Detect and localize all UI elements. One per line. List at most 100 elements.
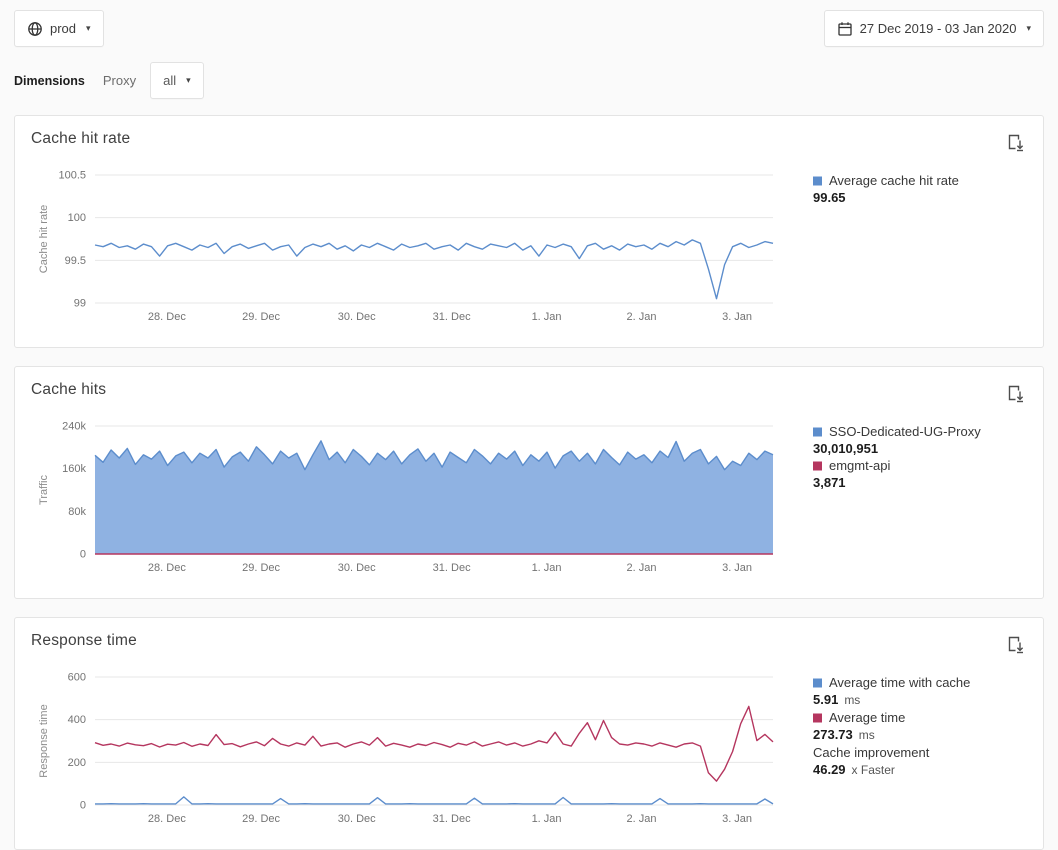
legend-swatch-icon [813,428,822,437]
export-report-button[interactable] [1005,383,1027,408]
x-tick-label: 1. Jan [532,813,562,825]
y-tick-label: 99 [74,298,86,310]
cache-hits-chart: 240k 160k 80k 0 28. Dec 29. Dec 30. Dec 31. Dec… [31,412,787,588]
x-tick-label: 3. Jan [722,311,752,323]
legend-label: Cache improvement [813,744,970,761]
x-tick-label: 30. Dec [338,813,376,825]
topbar: prod ▾ 27 Dec 2019 - 03 Jan 2020 ▾ [0,0,1058,47]
calendar-icon [837,21,853,37]
y-axis-label: Traffic [38,475,50,505]
series-line [95,240,773,299]
download-report-icon [1007,134,1025,152]
legend-value: 30,010,951 [813,440,981,457]
globe-icon [27,21,43,37]
legend-unit: x Faster [852,763,895,777]
card-title: Response time [31,632,137,650]
x-tick-label: 31. Dec [433,813,471,825]
y-tick-label: 100 [68,212,86,224]
x-tick-label: 28. Dec [148,311,186,323]
date-range-value: 27 Dec 2019 - 03 Jan 2020 [860,21,1017,36]
download-report-icon [1007,385,1025,403]
y-tick-label: 100.5 [58,170,86,182]
proxy-filter-select[interactable]: all ▾ [150,62,204,99]
legend-label: Average cache hit rate [813,172,959,189]
y-axis-label: Cache hit rate [38,205,50,273]
proxy-filter-group: Proxy all ▾ [103,62,204,99]
x-tick-label: 30. Dec [338,311,376,323]
chart-legend: Average time with cache5.91msAverage tim… [813,663,970,779]
legend-value: 5.91ms [813,691,970,709]
y-tick-label: 200 [68,757,86,769]
date-range-picker[interactable]: 27 Dec 2019 - 03 Jan 2020 ▾ [824,10,1044,47]
card-header: Response time [31,632,1027,659]
y-tick-label: 0 [80,549,86,561]
y-tick-label: 160k [62,463,86,475]
legend-value: 46.29x Faster [813,761,970,779]
card-title: Cache hit rate [31,130,130,148]
chart-container: 240k 160k 80k 0 28. Dec 29. Dec 30. Dec 31. Dec… [31,412,1027,588]
legend-label: Average time [813,709,970,726]
x-tick-label: 3. Jan [722,813,752,825]
legend-value: 99.65 [813,189,959,206]
x-tick-label: 28. Dec [148,562,186,574]
card-header: Cache hits [31,381,1027,408]
cache-hit-rate-chart: 100.5 100 99.5 99 28. Dec 29. Dec 30. Dec 31. D… [31,161,787,337]
chart-legend: Average cache hit rate99.65 [813,161,959,206]
y-tick-label: 600 [68,672,86,684]
y-tick-label: 99.5 [65,255,86,267]
environment-select[interactable]: prod ▾ [14,10,104,47]
series-line [95,706,773,781]
legend-label: Average time with cache [813,674,970,691]
x-tick-label: 31. Dec [433,562,471,574]
y-axis-label: Response time [38,704,50,777]
response-time-chart: 600 400 200 0 28. Dec 29. Dec 30. Dec 31. Dec 1.… [31,663,787,839]
proxy-label: Proxy [103,73,136,88]
legend-unit: ms [859,728,875,742]
x-tick-label: 2. Jan [626,813,656,825]
x-tick-label: 29. Dec [242,562,280,574]
card-cache-hits: Cache hits 240k 160k 80k 0 28. Dec 29. Dec 30.… [14,366,1044,599]
dimensions-label: Dimensions [14,74,85,88]
x-tick-label: 3. Jan [722,562,752,574]
series-line [95,797,773,804]
y-tick-label: 400 [68,714,86,726]
card-response-time: Response time 600 400 200 0 28. Dec 29. Dec 30… [14,617,1044,850]
chevron-down-icon: ▾ [1026,23,1031,34]
x-tick-label: 1. Jan [532,562,562,574]
dimensions-bar: Dimensions Proxy all ▾ [0,47,1058,115]
x-tick-label: 1. Jan [532,311,562,323]
card-title: Cache hits [31,381,106,399]
legend-label: emgmt-api [813,457,981,474]
legend-value: 3,871 [813,474,981,491]
proxy-filter-value: all [163,73,176,88]
download-report-icon [1007,636,1025,654]
legend-unit: ms [844,693,860,707]
legend-swatch-icon [813,679,822,688]
chart-legend: SSO-Dedicated-UG-Proxy30,010,951emgmt-ap… [813,412,981,491]
x-tick-label: 29. Dec [242,813,280,825]
environment-value: prod [50,21,76,36]
chart-container: 100.5 100 99.5 99 28. Dec 29. Dec 30. Dec 31. D… [31,161,1027,337]
x-tick-label: 29. Dec [242,311,280,323]
chevron-down-icon: ▾ [186,75,191,86]
chevron-down-icon: ▾ [86,23,91,34]
cache-performance-dashboard: prod ▾ 27 Dec 2019 - 03 Jan 2020 ▾ Dimen… [0,0,1058,850]
export-report-button[interactable] [1005,634,1027,659]
chart-container: 600 400 200 0 28. Dec 29. Dec 30. Dec 31. Dec 1.… [31,663,1027,839]
x-tick-label: 30. Dec [338,562,376,574]
y-tick-label: 80k [68,506,86,518]
card-header: Cache hit rate [31,130,1027,157]
card-cache-hit-rate: Cache hit rate 100.5 100 99.5 99 28. Dec 29. … [14,115,1044,348]
y-tick-label: 240k [62,421,86,433]
legend-swatch-icon [813,462,822,471]
x-tick-label: 2. Jan [626,311,656,323]
export-report-button[interactable] [1005,132,1027,157]
y-tick-label: 0 [80,800,86,812]
x-tick-label: 31. Dec [433,311,471,323]
legend-swatch-icon [813,177,822,186]
legend-swatch-icon [813,714,822,723]
x-tick-label: 2. Jan [626,562,656,574]
legend-value: 273.73ms [813,726,970,744]
legend-label: SSO-Dedicated-UG-Proxy [813,423,981,440]
x-tick-label: 28. Dec [148,813,186,825]
